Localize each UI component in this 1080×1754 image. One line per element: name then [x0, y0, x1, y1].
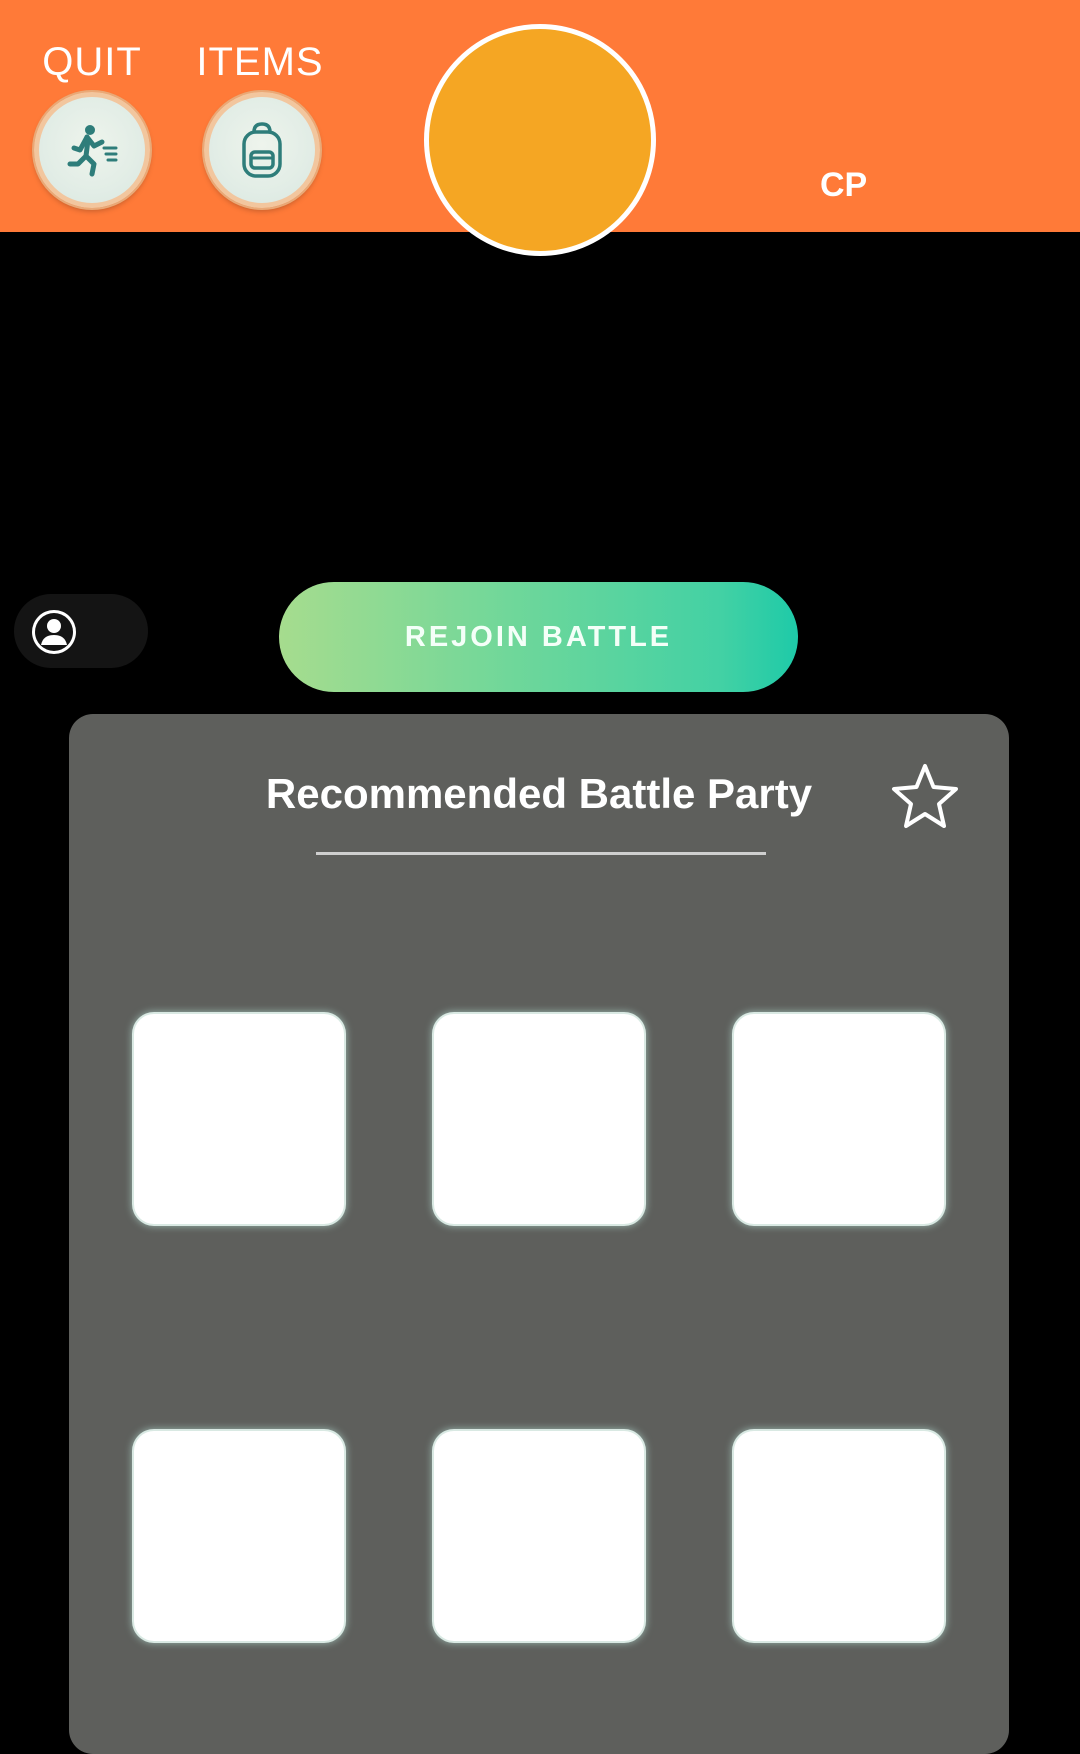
backpack-icon [242, 122, 282, 178]
profile-toggle[interactable] [14, 594, 148, 668]
battle-party-panel: Recommended Battle Party [69, 714, 1009, 1754]
items-label: ITEMS [196, 40, 324, 84]
rejoin-battle-button[interactable]: REJOIN BATTLE [279, 582, 798, 692]
pokemon-avatar [424, 24, 656, 256]
star-icon [892, 764, 958, 828]
party-slot-6[interactable] [734, 1431, 944, 1641]
party-slot-5[interactable] [434, 1431, 644, 1641]
cp-label: CP [820, 166, 868, 204]
items-button[interactable] [204, 92, 320, 208]
running-person-icon [67, 125, 118, 177]
party-slot-2[interactable] [434, 1014, 644, 1224]
party-slot-3[interactable] [734, 1014, 944, 1224]
panel-title: Recommended Battle Party [265, 770, 813, 817]
profile-icon [32, 610, 76, 654]
title-divider [316, 852, 766, 855]
party-slot-4[interactable] [134, 1431, 344, 1641]
party-slot-1[interactable] [134, 1014, 344, 1224]
quit-label: QUIT [42, 40, 142, 84]
quit-button[interactable] [34, 92, 150, 208]
favorite-button[interactable] [885, 758, 965, 838]
